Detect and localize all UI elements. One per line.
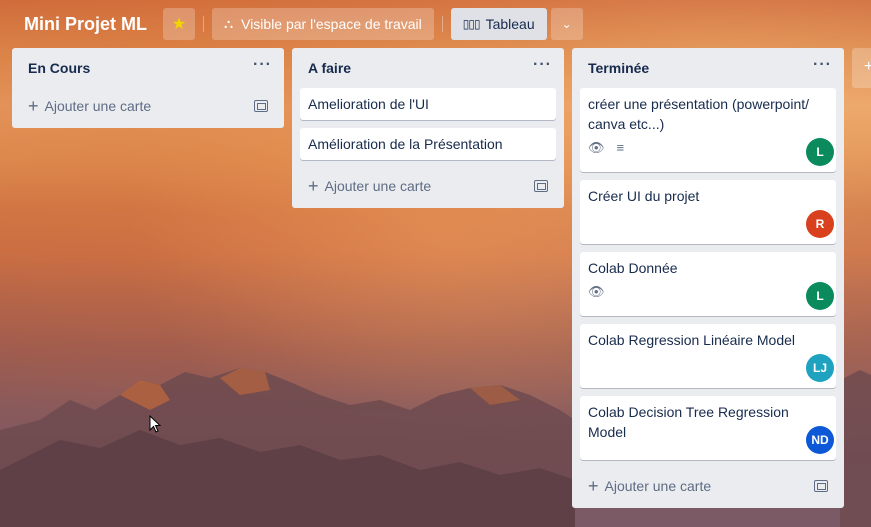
avatar[interactable]: L — [806, 282, 834, 310]
board-view-label: Tableau — [485, 16, 535, 32]
card-title: Colab Decision Tree Regression Model — [588, 404, 789, 440]
add-card-button[interactable]: + Ajouter une carte — [580, 468, 836, 504]
mouse-cursor-icon — [149, 415, 162, 433]
list-terminee: Terminée ··· créer une présentation (pow… — [572, 48, 844, 508]
card[interactable]: Amelioration de l'UI — [300, 88, 556, 120]
card[interactable]: Créer UI du projet R — [580, 180, 836, 244]
add-card-label: Ajouter une carte — [604, 478, 712, 494]
visibility-button[interactable]: ⛬ Visible par l'espace de travail — [212, 8, 434, 40]
list-title: A faire — [308, 60, 352, 76]
header-divider — [441, 16, 443, 32]
view-switcher-button[interactable]: ⌄ — [550, 8, 583, 40]
card-template-icon[interactable] — [254, 100, 268, 112]
eye-icon: 👁 — [588, 284, 605, 299]
card[interactable]: créer une présentation (powerpoint/ canv… — [580, 88, 836, 172]
plus-icon: + — [864, 58, 871, 75]
chevron-down-icon: ⌄ — [561, 17, 572, 31]
card-title: créer une présentation (powerpoint/ canv… — [588, 96, 810, 132]
team-icon: ⛬ — [224, 16, 234, 31]
card[interactable]: Amélioration de la Présentation — [300, 128, 556, 160]
description-icon: ≡ — [616, 140, 625, 155]
list-title: En Cours — [28, 60, 91, 76]
card-title: Colab Regression Linéaire Model — [588, 332, 796, 348]
list-header[interactable]: A faire ··· — [300, 48, 556, 88]
board-icon: ▯▯▯ — [462, 17, 481, 31]
list-title: Terminée — [588, 60, 650, 76]
star-button[interactable]: ★ — [163, 8, 195, 40]
card[interactable]: Colab Donnée 👁 L — [580, 252, 836, 316]
avatar[interactable]: L — [806, 138, 834, 166]
list-a-faire: A faire ··· Amelioration de l'UI Amélior… — [292, 48, 564, 208]
header-divider — [203, 16, 204, 32]
card-title: Amélioration de la Présentation — [308, 136, 503, 152]
avatar[interactable]: LJ — [806, 354, 834, 382]
card-badges: 👁 — [588, 282, 828, 302]
avatar[interactable]: ND — [806, 426, 834, 454]
plus-icon: + — [588, 475, 599, 496]
board-header: Mini Projet ML ★ ⛬ Visible par l'espace … — [0, 0, 871, 48]
plus-icon: + — [28, 95, 39, 116]
add-card-button[interactable]: + Ajouter une carte — [20, 88, 276, 124]
add-card-button[interactable]: + Ajouter une carte — [300, 168, 556, 204]
board-view-button[interactable]: ▯▯▯ Tableau — [450, 8, 547, 40]
list-header[interactable]: En Cours ··· — [20, 48, 276, 88]
card-title: Créer UI du projet — [588, 188, 700, 204]
add-card-label: Ajouter une carte — [324, 178, 432, 194]
add-list-button[interactable]: + — [852, 48, 871, 88]
list-header[interactable]: Terminée ··· — [580, 48, 836, 88]
card-template-icon[interactable] — [534, 180, 548, 192]
avatar[interactable]: R — [806, 210, 834, 238]
add-card-label: Ajouter une carte — [44, 98, 152, 114]
list-en-cours: En Cours ··· + Ajouter une carte — [12, 48, 284, 128]
list-menu-icon[interactable]: ··· — [253, 57, 272, 73]
card-title: Amelioration de l'UI — [308, 96, 429, 112]
list-menu-icon[interactable]: ··· — [813, 57, 832, 73]
star-icon: ★ — [171, 16, 187, 33]
card-title: Colab Donnée — [588, 260, 678, 276]
card[interactable]: Colab Regression Linéaire Model LJ — [580, 324, 836, 388]
board-title[interactable]: Mini Projet ML — [12, 10, 159, 39]
card-badges: 👁 ≡ — [588, 138, 828, 158]
plus-icon: + — [308, 175, 319, 196]
visibility-label: Visible par l'espace de travail — [241, 16, 422, 32]
eye-icon: 👁 — [588, 140, 605, 155]
list-menu-icon[interactable]: ··· — [533, 57, 552, 73]
card[interactable]: Colab Decision Tree Regression Model ND — [580, 396, 836, 460]
card-template-icon[interactable] — [814, 480, 828, 492]
